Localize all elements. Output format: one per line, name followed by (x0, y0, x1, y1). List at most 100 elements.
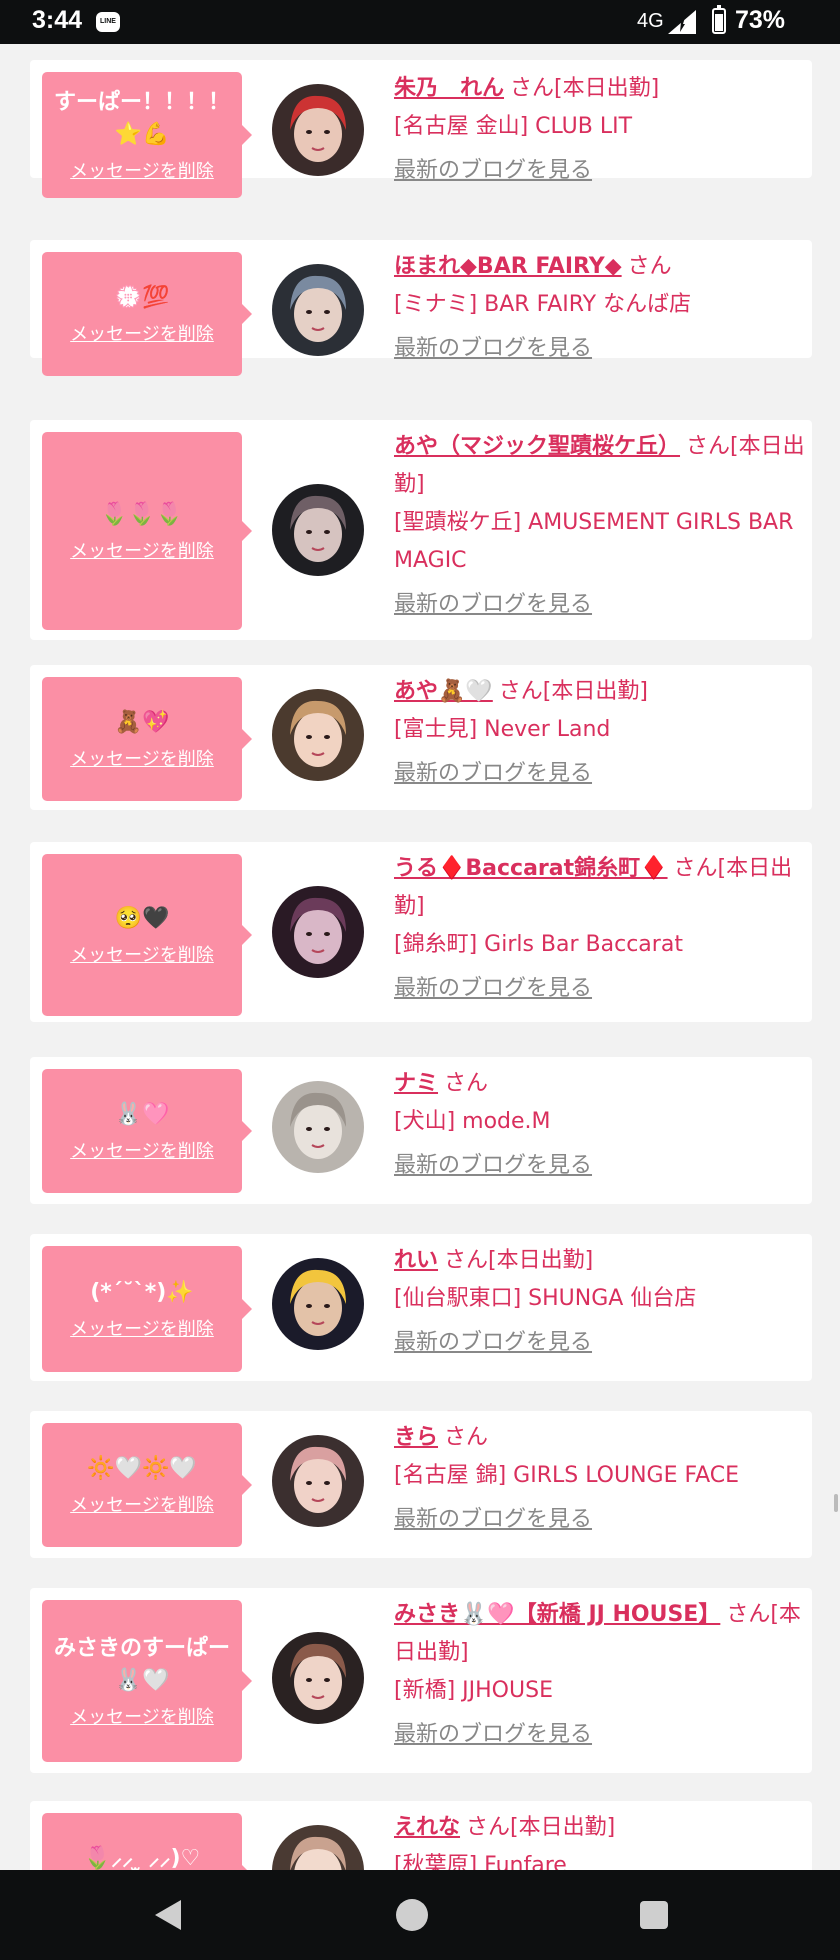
message-card: 🔆🤍🔆🤍 メッセージを削除 きら さん [名古屋 錦] GIRLS LOUNGE … (30, 1411, 812, 1558)
message-bubble: 🌷🌷🌷 メッセージを削除 (42, 432, 252, 630)
line-app-icon: LINE (96, 12, 120, 32)
avatar[interactable] (272, 484, 364, 576)
delete-message-link[interactable]: メッセージを削除 (70, 745, 214, 771)
message-card: (*´˘`*)✨ メッセージを削除 れい さん[本日出勤] [仙台駅東口] SHU… (30, 1234, 812, 1381)
delete-message-link[interactable]: メッセージを削除 (70, 157, 214, 183)
avatar[interactable] (272, 689, 364, 781)
shop-name: [秋葉原] Funfare (394, 1853, 567, 1870)
cast-name-link[interactable]: ほまれ◆BAR FAIRY◆ (394, 254, 622, 279)
latest-blog-link[interactable]: 最新のブログを見る (394, 755, 806, 793)
avatar[interactable] (272, 1435, 364, 1527)
latest-blog-link[interactable]: 最新のブログを見る (394, 586, 806, 624)
message-card: すーぱー！！！！⭐💪 メッセージを削除 朱乃 れん さん[本日出勤] [名古屋 金… (30, 60, 812, 198)
avatar[interactable] (272, 1632, 364, 1724)
scrollbar-thumb[interactable] (834, 1494, 838, 1512)
profile-info: ほまれ◆BAR FAIRY◆ さん [ミナミ] BAR FAIRY なんば店 最新… (394, 248, 806, 368)
message-card: 🐰🩷 メッセージを削除 ナミ さん [犬山] mode.M 最新のブログを見る (30, 1057, 812, 1204)
latest-blog-link[interactable]: 最新のブログを見る (394, 330, 806, 368)
cast-name-link[interactable]: 朱乃 れん (394, 76, 504, 101)
shop-name: [犬山] mode.M (394, 1109, 551, 1134)
home-icon[interactable] (396, 1899, 428, 1931)
message-bubble: 🌷⸝⸝ ̫ ⸝⸝)♡ メッセージを削除 (42, 1813, 252, 1870)
delete-message-link[interactable]: メッセージを削除 (70, 537, 214, 563)
message-bubble: 🔆🤍🔆🤍 メッセージを削除 (42, 1423, 252, 1547)
cast-status: さん (444, 1425, 489, 1450)
message-list[interactable]: すーぱー！！！！⭐💪 メッセージを削除 朱乃 れん さん[本日出勤] [名古屋 金… (30, 44, 812, 1870)
status-bar: 3:44 LINE 4G 73% (0, 0, 840, 44)
avatar[interactable] (272, 1825, 364, 1870)
cast-status: さん[本日出勤] (510, 76, 660, 101)
shop-name: [錦糸町] Girls Bar Baccarat (394, 932, 683, 957)
profile-info: きら さん [名古屋 錦] GIRLS LOUNGE FACE 最新のブログを見る (394, 1419, 806, 1539)
latest-blog-link[interactable]: 最新のブログを見る (394, 1716, 806, 1754)
shop-name: [新橋] JJHOUSE (394, 1678, 553, 1703)
shop-name: [仙台駅東口] SHUNGA 仙台店 (394, 1286, 697, 1311)
cast-name-link[interactable]: れい (394, 1248, 438, 1273)
message-text: 🐰🩷 (114, 1102, 170, 1127)
battery-icon (712, 5, 726, 34)
message-bubble: みさきのすーぱー🐰🤍 メッセージを削除 (42, 1600, 252, 1762)
delete-message-link[interactable]: メッセージを削除 (70, 941, 214, 967)
cast-status: さん[本日出勤] (498, 679, 648, 704)
shop-name: [聖蹟桜ケ丘] AMUSEMENT GIRLS BAR MAGIC (394, 510, 794, 573)
avatar[interactable] (272, 1258, 364, 1350)
message-text: みさきのすーぱー🐰🤍 (53, 1636, 230, 1693)
recents-icon[interactable] (640, 1901, 668, 1929)
avatar-photo (272, 1081, 364, 1173)
message-bubble: 🐰🩷 メッセージを削除 (42, 1069, 252, 1193)
cast-name-link[interactable]: あや🧸🤍 (394, 679, 493, 704)
avatar-photo (272, 1435, 364, 1527)
message-bubble: 💮💯 メッセージを削除 (42, 252, 252, 376)
battery-percent: 73% (735, 6, 786, 34)
back-icon[interactable] (153, 1898, 183, 1932)
delete-message-link[interactable]: メッセージを削除 (70, 320, 214, 346)
status-time: 3:44 (32, 6, 83, 34)
avatar[interactable] (272, 886, 364, 978)
profile-info: あや（マジック聖蹟桜ケ丘） さん[本日出勤] [聖蹟桜ケ丘] AMUSEMENT … (394, 428, 806, 624)
message-card: 💮💯 メッセージを削除 ほまれ◆BAR FAIRY◆ さん [ミナミ] BAR F… (30, 240, 812, 376)
latest-blog-link[interactable]: 最新のブログを見る (394, 1501, 806, 1539)
profile-info: みさき🐰🩷【新橋 JJ HOUSE】 さん[本日出勤] [新橋] JJHOUSE … (394, 1596, 806, 1754)
avatar-photo (272, 1258, 364, 1350)
avatar-photo (272, 689, 364, 781)
latest-blog-link[interactable]: 最新のブログを見る (394, 970, 806, 1008)
message-card: 🧸💖 メッセージを削除 あや🧸🤍 さん[本日出勤] [富士見] Never Lan… (30, 665, 812, 810)
delete-message-link[interactable]: メッセージを削除 (70, 1491, 214, 1517)
latest-blog-link[interactable]: 最新のブログを見る (394, 1324, 806, 1362)
delete-message-link[interactable]: メッセージを削除 (70, 1315, 214, 1341)
profile-info: えれなさん[本日出勤] [秋葉原] Funfare 最新のブログを見る (394, 1809, 806, 1870)
network-type: 4G (637, 10, 664, 32)
cast-status: さん[本日出勤] (444, 1248, 594, 1273)
cast-name-link[interactable]: うる♦️Baccarat錦糸町♦️ (394, 856, 668, 881)
message-text: 💮💯 (114, 285, 170, 310)
latest-blog-link[interactable]: 最新のブログを見る (394, 152, 806, 190)
avatar-photo (272, 484, 364, 576)
cast-name-link[interactable]: みさき🐰🩷【新橋 JJ HOUSE】 (394, 1602, 720, 1627)
message-text: (*´˘`*)✨ (90, 1280, 194, 1305)
profile-info: れい さん[本日出勤] [仙台駅東口] SHUNGA 仙台店 最新のブログを見る (394, 1242, 806, 1362)
navigation-bar (0, 1870, 840, 1960)
message-bubble: 🧸💖 メッセージを削除 (42, 677, 252, 801)
cast-name-link[interactable]: えれな (394, 1815, 460, 1840)
latest-blog-link[interactable]: 最新のブログを見る (394, 1147, 806, 1185)
avatar-photo (272, 886, 364, 978)
avatar-photo (272, 84, 364, 176)
message-card: 🌷🌷🌷 メッセージを削除 あや（マジック聖蹟桜ケ丘） さん[本日出勤] [聖蹟桜ケ… (30, 420, 812, 640)
profile-info: うる♦️Baccarat錦糸町♦️ さん[本日出勤] [錦糸町] Girls Ba… (394, 850, 806, 1008)
avatar[interactable] (272, 84, 364, 176)
cast-status: さん (627, 254, 672, 279)
shop-name: [名古屋 錦] GIRLS LOUNGE FACE (394, 1463, 740, 1488)
cast-name-link[interactable]: ナミ (394, 1071, 438, 1096)
message-text: 🌷⸝⸝ ̫ ⸝⸝)♡ (83, 1846, 201, 1870)
profile-info: あや🧸🤍 さん[本日出勤] [富士見] Never Land 最新のブログを見る (394, 673, 806, 793)
cast-name-link[interactable]: きら (394, 1425, 438, 1450)
profile-info: 朱乃 れん さん[本日出勤] [名古屋 金山] CLUB LIT 最新のブログを見… (394, 70, 806, 190)
delete-message-link[interactable]: メッセージを削除 (70, 1137, 214, 1163)
avatar[interactable] (272, 1081, 364, 1173)
avatar[interactable] (272, 264, 364, 356)
delete-message-link[interactable]: メッセージを削除 (70, 1703, 214, 1729)
message-bubble: 🥺🖤 メッセージを削除 (42, 854, 252, 1016)
message-text: 🌷🌷🌷 (100, 502, 184, 527)
message-text: すーぱー！！！！⭐💪 (53, 90, 230, 147)
cast-name-link[interactable]: あや（マジック聖蹟桜ケ丘） (394, 434, 680, 459)
